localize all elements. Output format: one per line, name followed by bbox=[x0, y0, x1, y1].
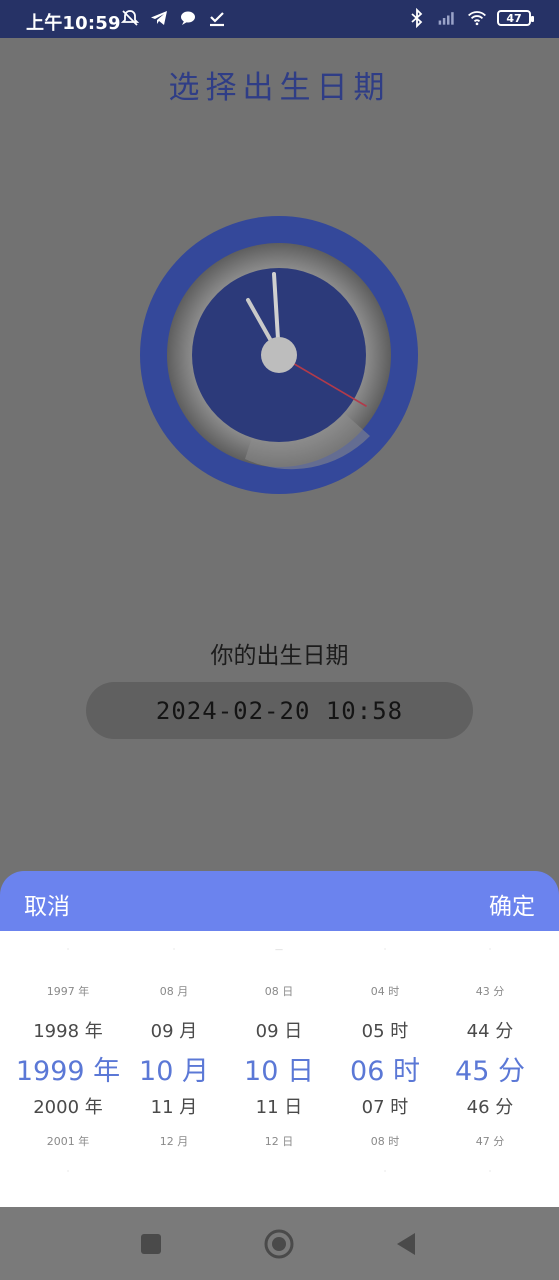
wheel-item: 11 日 bbox=[255, 1097, 303, 1118]
wheel-item: · bbox=[383, 945, 387, 954]
status-time: 上午10:59 bbox=[26, 13, 121, 34]
wheel-item: 08 月 bbox=[159, 985, 189, 998]
wheel-item: 2001 年 bbox=[46, 1135, 90, 1148]
wheel-item: · bbox=[383, 1167, 387, 1176]
wheel-item: — bbox=[275, 945, 283, 954]
wheel-item: 08 时 bbox=[370, 1135, 400, 1148]
wheel-item-selected: 1999 年 bbox=[15, 1056, 121, 1087]
mute-bell-icon bbox=[120, 8, 140, 28]
wheel-item: 09 日 bbox=[255, 1021, 303, 1042]
clock-icon bbox=[140, 216, 418, 494]
wheel-item: 07 时 bbox=[361, 1097, 409, 1118]
system-icons: 47 bbox=[407, 8, 534, 28]
battery-icon: 47 bbox=[497, 10, 534, 26]
wheel-item: 12 月 bbox=[159, 1135, 189, 1148]
wheel-item: 47 分 bbox=[475, 1135, 505, 1148]
page-title: 选择出生日期 bbox=[168, 70, 391, 106]
minute-wheel[interactable]: · 43 分 44 分 45 分 46 分 47 分 · bbox=[434, 931, 546, 1207]
wheel-item: 09 月 bbox=[150, 1021, 198, 1042]
year-wheel[interactable]: · 1997 年 1998 年 1999 年 2000 年 2001 年 · bbox=[12, 931, 124, 1207]
signal-icon bbox=[437, 8, 457, 28]
navigation-bar bbox=[0, 1207, 559, 1280]
wheel-item: 04 时 bbox=[370, 985, 400, 998]
wheel-item: 05 时 bbox=[361, 1021, 409, 1042]
wheel-item: 2000 年 bbox=[33, 1097, 103, 1118]
wheel-item: · bbox=[172, 945, 176, 954]
picker-wheels: · 1997 年 1998 年 1999 年 2000 年 2001 年 · ·… bbox=[0, 931, 559, 1207]
bluetooth-icon bbox=[407, 8, 427, 28]
status-bar: 上午10:59 47 bbox=[0, 0, 559, 38]
recent-apps-square-icon[interactable] bbox=[134, 1227, 168, 1261]
wheel-item: 1997 年 bbox=[46, 985, 90, 998]
telegram-icon bbox=[149, 8, 169, 28]
birth-date-field[interactable]: 2024-02-20 10:58 bbox=[86, 682, 473, 739]
wifi-icon bbox=[467, 8, 487, 28]
month-wheel[interactable]: · 08 月 09 月 10 月 11 月 12 月 bbox=[118, 931, 230, 1207]
wheel-item: 46 分 bbox=[466, 1097, 514, 1118]
chat-bubble-icon bbox=[178, 8, 198, 28]
wheel-item-selected: 10 日 bbox=[244, 1056, 314, 1087]
wheel-item: · bbox=[488, 945, 492, 954]
wheel-item: 1998 年 bbox=[33, 1021, 103, 1042]
wheel-item: · bbox=[66, 1167, 70, 1176]
wheel-item: 44 分 bbox=[466, 1021, 514, 1042]
date-picker-sheet: 取消 确定 · 1997 年 1998 年 1999 年 2000 年 2001… bbox=[0, 871, 559, 1207]
picker-header: 取消 确定 bbox=[0, 871, 559, 931]
birth-date-label: 你的出生日期 bbox=[210, 643, 349, 669]
wheel-item: 08 日 bbox=[264, 985, 294, 998]
wheel-item-selected: 06 时 bbox=[350, 1056, 420, 1087]
confirm-button[interactable]: 确定 bbox=[489, 887, 535, 921]
wheel-item: · bbox=[66, 945, 70, 954]
wheel-item-selected: 45 分 bbox=[455, 1056, 525, 1087]
wheel-item: 12 日 bbox=[264, 1135, 294, 1148]
home-circle-icon[interactable] bbox=[262, 1227, 296, 1261]
wheel-item: 43 分 bbox=[475, 985, 505, 998]
wheel-item: · bbox=[488, 1167, 492, 1176]
cancel-button[interactable]: 取消 bbox=[24, 887, 70, 921]
wheel-item: 11 月 bbox=[150, 1097, 198, 1118]
back-triangle-icon[interactable] bbox=[389, 1227, 423, 1261]
notification-icons bbox=[120, 8, 227, 28]
hour-wheel[interactable]: · 04 时 05 时 06 时 07 时 08 时 · bbox=[329, 931, 441, 1207]
day-wheel[interactable]: — 08 日 09 日 10 日 11 日 12 日 bbox=[223, 931, 335, 1207]
wheel-item-selected: 10 月 bbox=[139, 1056, 209, 1087]
download-done-icon bbox=[207, 8, 227, 28]
